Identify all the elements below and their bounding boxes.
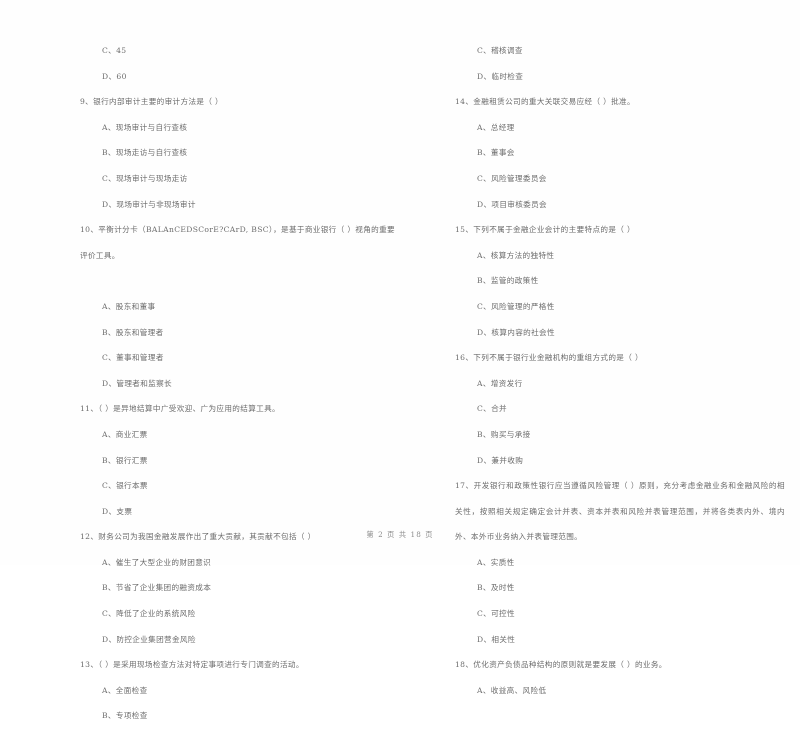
option-item: D、临时检查 [477, 71, 524, 81]
right-column: C、稽核调查 D、临时检查 14、金融租赁公司的重大关联交易应经（ ）批准。 A… [400, 38, 800, 729]
option-item: D、管理者和监察长 [102, 378, 172, 388]
document-page: C、45 D、60 9、银行内部审计主要的审计方法是（ ） A、现场审计与自行查… [0, 0, 800, 720]
option-item: C、降低了企业的系统风险 [102, 609, 196, 619]
option-item: A、催生了大型企业的财团意识 [102, 557, 212, 567]
option-item: D、兼并收购 [477, 455, 524, 465]
option-item: A、商业汇票 [102, 429, 148, 439]
option-item: D、相关性 [477, 634, 516, 644]
option-item: C、合并 [477, 404, 507, 414]
left-column: C、45 D、60 9、银行内部审计主要的审计方法是（ ） A、现场审计与自行查… [0, 38, 400, 729]
option-item: A、收益高、风险低 [477, 685, 547, 695]
option-item: B、及时性 [477, 583, 515, 593]
option-item: C、董事和管理者 [102, 353, 164, 363]
option-item: A、总经理 [477, 122, 515, 132]
question-item: 18、优化资产负债品种结构的原则就是要发展（ ）的业务。 [455, 660, 667, 670]
option-item: B、股东和管理者 [102, 327, 164, 337]
option-item: D、现场审计与非现场审计 [102, 199, 196, 209]
option-item: A、股东和董事 [102, 301, 156, 311]
option-item: B、监管的政策性 [477, 276, 539, 286]
question-item: 9、银行内部审计主要的审计方法是（ ） [80, 97, 223, 107]
option-item: B、节省了企业集团的融资成本 [102, 583, 212, 593]
option-item: A、现场审计与自行查核 [102, 122, 188, 132]
option-item: C、稽核调查 [477, 46, 523, 55]
question-item: 11、（ ）是异地结算中广受欢迎、广为应用的结算工具。 [80, 404, 280, 414]
option-item: C、可控性 [477, 609, 515, 619]
option-item: D、核算内容的社会性 [477, 327, 555, 337]
page-footer: 第 2 页 共 18 页 [366, 530, 434, 539]
two-column-body: C、45 D、60 9、银行内部审计主要的审计方法是（ ） A、现场审计与自行查… [0, 38, 800, 729]
option-item: B、专项检查 [102, 711, 148, 721]
option-item: C、现场审计与现场走访 [102, 173, 188, 183]
option-item: A、实质性 [477, 557, 515, 567]
option-item: A、全面检查 [102, 685, 148, 695]
question-item: 16、下列不属于银行业金融机构的重组方式的是（ ） [455, 353, 643, 363]
question-item: 15、下列不属于金融企业会计的主要特点的是（ ） [455, 225, 635, 235]
option-item: D、项目审核委员会 [477, 199, 547, 209]
option-item: C、风险管理的严格性 [477, 301, 555, 311]
option-item: D、支票 [102, 506, 133, 516]
option-item: C、45 [102, 46, 127, 55]
question-item: 10、平衡计分卡（BALAnCEDSCorE?CArD, BSC），是基于商业银… [80, 225, 395, 260]
option-item: B、现场走访与自行查核 [102, 148, 188, 158]
question-item: 13、（ ）是采用现场检查方法对特定事项进行专门调查的活动。 [80, 660, 304, 670]
option-item: B、购买与承接 [477, 429, 531, 439]
option-item: C、风险管理委员会 [477, 173, 547, 183]
question-item: 14、金融租赁公司的重大关联交易应经（ ）批准。 [455, 97, 635, 107]
option-item: D、60 [102, 71, 127, 81]
option-item: C、银行本票 [102, 481, 148, 491]
option-item: A、核算方法的独特性 [477, 250, 555, 260]
option-item: A、增资发行 [477, 378, 523, 388]
option-item: B、董事会 [477, 148, 515, 158]
option-item: B、银行汇票 [102, 455, 148, 465]
option-item: D、防控企业集团营金风险 [102, 634, 196, 644]
